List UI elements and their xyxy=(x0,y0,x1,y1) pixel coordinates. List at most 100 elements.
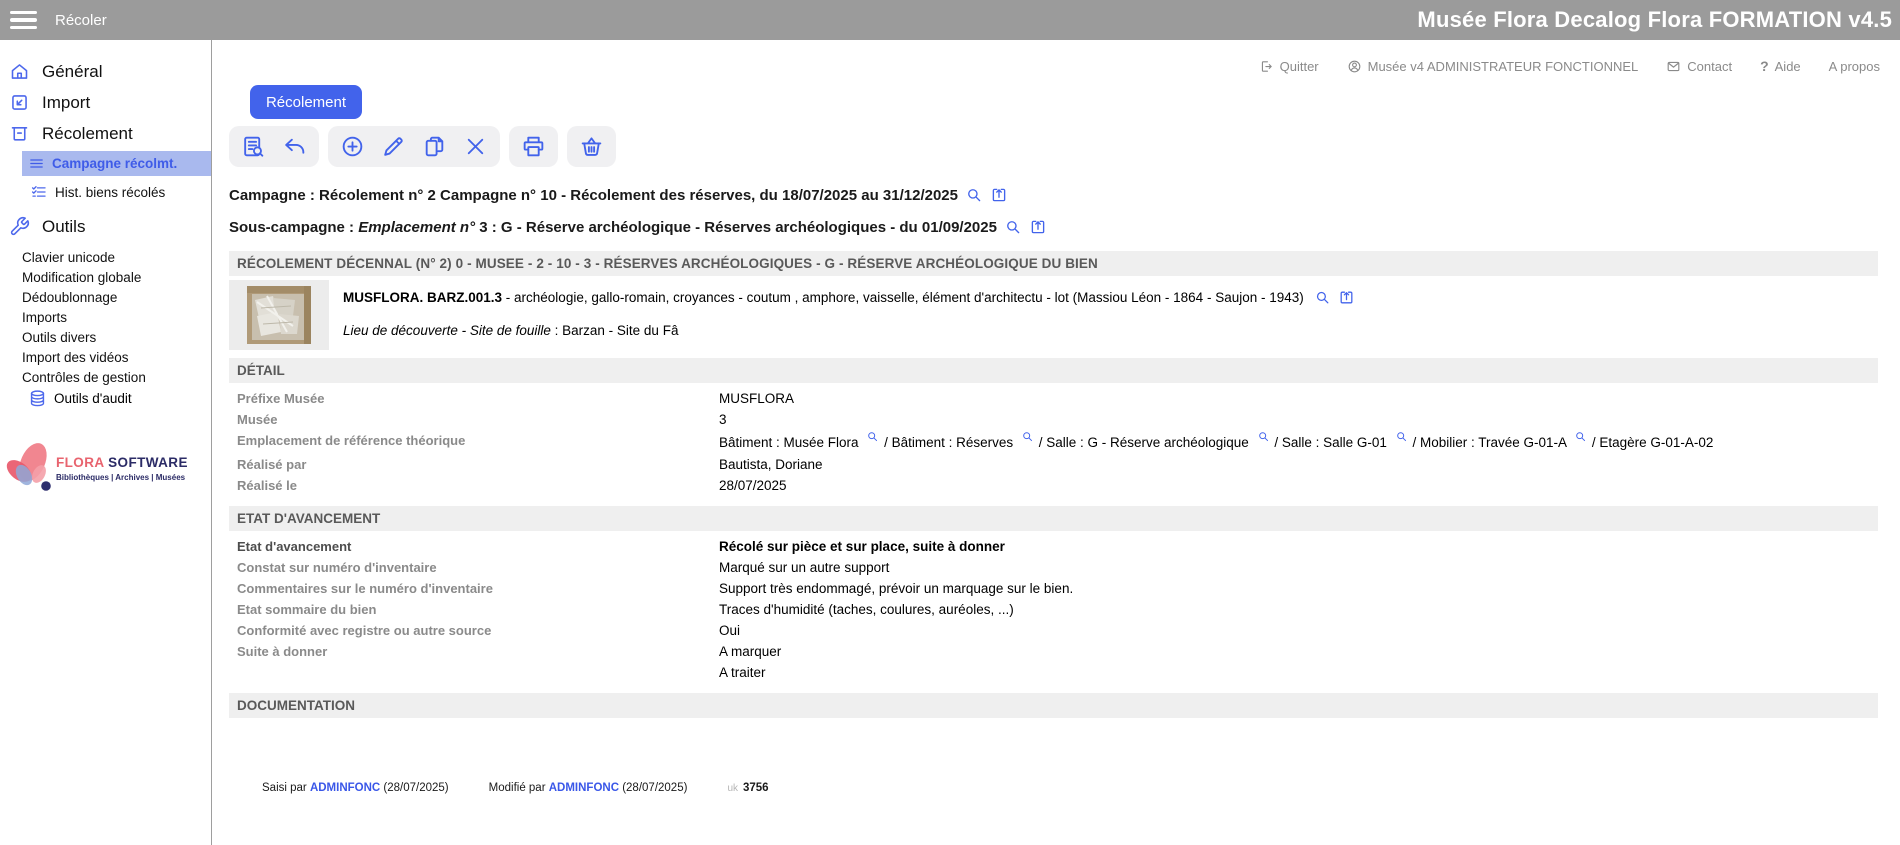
field-value: A marquerA traiter xyxy=(719,641,1878,683)
main-content: Quitter Musée v4 ADMINISTRATEUR FONCTION… xyxy=(212,40,1900,845)
field-row: Suite à donner A marquerA traiter xyxy=(237,641,1878,683)
field-label: Conformité avec registre ou autre source xyxy=(237,620,719,641)
emplacement-segment: Bâtiment : Réserves xyxy=(892,435,1014,450)
sidebar-item-label: Import xyxy=(42,93,90,113)
field-row: Emplacement de référence théorique Bâtim… xyxy=(237,430,1878,454)
item-title-line: MUSFLORA. BARZ.001.3 - archéologie, gall… xyxy=(343,289,1355,306)
search-icon[interactable] xyxy=(965,186,983,204)
field-row: Conformité avec registre ou autre source… xyxy=(237,620,1878,641)
field-value: 3 xyxy=(719,409,1878,430)
field-label: Réalisé le xyxy=(237,475,719,496)
field-row: Réalisé le 28/07/2025 xyxy=(237,475,1878,496)
record-audit-footer: Saisi par ADMINFONC (28/07/2025) Modifié… xyxy=(262,782,1878,794)
record-item: MUSFLORA. BARZ.001.3 - archéologie, gall… xyxy=(229,280,1878,350)
exit-icon xyxy=(1259,59,1274,74)
sidebar-item-label: Récolement xyxy=(42,124,133,144)
saisi-user-link[interactable]: ADMINFONC xyxy=(310,782,380,794)
archive-box-icon xyxy=(9,123,30,144)
import-icon xyxy=(9,92,30,113)
checklist-icon xyxy=(30,183,48,201)
field-value: Récolé sur pièce et sur place, suite à d… xyxy=(719,536,1878,557)
search-icon[interactable] xyxy=(1574,430,1587,443)
logo-tagline: Bibliothèques | Archives | Musées xyxy=(56,473,188,482)
search-icon[interactable] xyxy=(1257,430,1270,443)
topbar: Récoler Musée Flora Decalog Flora FORMAT… xyxy=(0,0,1900,40)
sidebar: Général Import Récolement Campagne récol… xyxy=(0,40,212,845)
sidebar-item-contr-les-de-gestion[interactable]: Contrôles de gestion xyxy=(22,368,211,388)
menu-icon[interactable] xyxy=(10,7,37,34)
open-record-icon[interactable] xyxy=(1338,289,1355,306)
quitter-link[interactable]: Quitter xyxy=(1259,59,1319,74)
subcampaign-line: Sous-campagne : Emplacement n° 3 : G - R… xyxy=(229,218,1878,236)
aide-link[interactable]: ? Aide xyxy=(1760,58,1801,74)
sidebar-item-modification-globale[interactable]: Modification globale xyxy=(22,268,211,288)
emplacement-separator: / xyxy=(884,435,892,450)
back-button[interactable] xyxy=(282,134,307,159)
emplacement-separator: / xyxy=(1412,435,1420,450)
avancement-section: Etat d'avancement Récolé sur pièce et su… xyxy=(229,531,1878,685)
sidebar-item-import[interactable]: Import xyxy=(0,87,211,118)
modifie-par: Modifié par ADMINFONC (28/07/2025) xyxy=(489,782,688,794)
basket-icon xyxy=(579,134,604,159)
sidebar-item-clavier-unicode[interactable]: Clavier unicode xyxy=(22,248,211,268)
discovery-line: Lieu de découverte - Site de fouille : B… xyxy=(343,323,1355,338)
list-search-icon xyxy=(241,134,266,159)
open-record-icon[interactable] xyxy=(990,186,1008,204)
app-title: Musée Flora Decalog Flora FORMATION v4.5 xyxy=(1417,7,1900,33)
delete-button[interactable] xyxy=(463,134,488,159)
field-label: Réalisé par xyxy=(237,454,719,475)
item-thumbnail[interactable] xyxy=(229,280,329,350)
sidebar-item-label: Hist. biens récolés xyxy=(55,185,165,200)
wrench-icon xyxy=(9,216,30,237)
apropos-link[interactable]: A propos xyxy=(1829,59,1880,74)
sidebar-tools-list: Clavier unicodeModification globaleDédou… xyxy=(0,242,211,388)
field-label: Etat sommaire du bien xyxy=(237,599,719,620)
emplacement-segment: Etagère G-01-A-02 xyxy=(1599,435,1713,450)
subcampaign-text: Sous-campagne : Emplacement n° 3 : G - R… xyxy=(229,219,997,236)
toolbar-group-edit xyxy=(328,126,500,167)
emplacement-segment: Salle : Salle G-01 xyxy=(1282,435,1387,450)
plus-circle-icon xyxy=(340,134,365,159)
list-search-button[interactable] xyxy=(241,134,266,159)
tab-recolement[interactable]: Récolement xyxy=(250,85,362,119)
sidebar-item-hist-biens-recoles[interactable]: Hist. biens récolés xyxy=(0,179,211,205)
sidebar-item-label: Campagne récolmt. xyxy=(52,156,177,171)
modifie-user-link[interactable]: ADMINFONC xyxy=(549,782,619,794)
section-avancement-header: ETAT D'AVANCEMENT xyxy=(229,506,1878,531)
search-icon[interactable] xyxy=(1021,430,1034,443)
edit-button[interactable] xyxy=(381,134,406,159)
sidebar-item-import-des-vid-os[interactable]: Import des vidéos xyxy=(22,348,211,368)
sidebar-item-outils-divers[interactable]: Outils divers xyxy=(22,328,211,348)
database-icon xyxy=(28,389,47,408)
open-record-icon[interactable] xyxy=(1029,218,1047,236)
emplacement-segment: Salle : G - Réserve archéologique xyxy=(1046,435,1249,450)
sidebar-item-outils-audit[interactable]: Outils d'audit xyxy=(0,388,211,408)
search-icon[interactable] xyxy=(1004,218,1022,236)
print-button[interactable] xyxy=(521,134,546,159)
search-icon[interactable] xyxy=(866,430,879,443)
search-icon[interactable] xyxy=(1314,289,1331,306)
flora-butterfly-icon xyxy=(2,438,62,498)
topbar-nav-label[interactable]: Récoler xyxy=(55,12,107,29)
toolbar-group-basket xyxy=(567,126,616,167)
copy-button[interactable] xyxy=(422,134,447,159)
sidebar-item-recolement[interactable]: Récolement xyxy=(0,118,211,149)
sidebar-item-outils[interactable]: Outils xyxy=(0,211,211,242)
search-icon[interactable] xyxy=(1395,430,1408,443)
emplacement-segment: Mobilier : Travée G-01-A xyxy=(1420,435,1566,450)
add-button[interactable] xyxy=(340,134,365,159)
sidebar-item-imports[interactable]: Imports xyxy=(22,308,211,328)
basket-button[interactable] xyxy=(579,134,604,159)
app-window: Récoler Musée Flora Decalog Flora FORMAT… xyxy=(0,0,1900,845)
sidebar-item-d-doublonnage[interactable]: Dédoublonnage xyxy=(22,288,211,308)
contact-link[interactable]: Contact xyxy=(1666,59,1732,74)
sidebar-item-label: Outils xyxy=(42,217,85,237)
printer-icon xyxy=(521,134,546,159)
user-menu[interactable]: Musée v4 ADMINISTRATEUR FONCTIONNEL xyxy=(1347,59,1639,74)
sidebar-item-campagne-recolement[interactable]: Campagne récolmt. xyxy=(22,151,211,176)
close-icon xyxy=(463,134,488,159)
toolbar xyxy=(229,126,1878,167)
field-row: Etat sommaire du bien Traces d'humidité … xyxy=(237,599,1878,620)
item-id: MUSFLORA. BARZ.001.3 xyxy=(343,290,502,305)
sidebar-item-general[interactable]: Général xyxy=(0,56,211,87)
